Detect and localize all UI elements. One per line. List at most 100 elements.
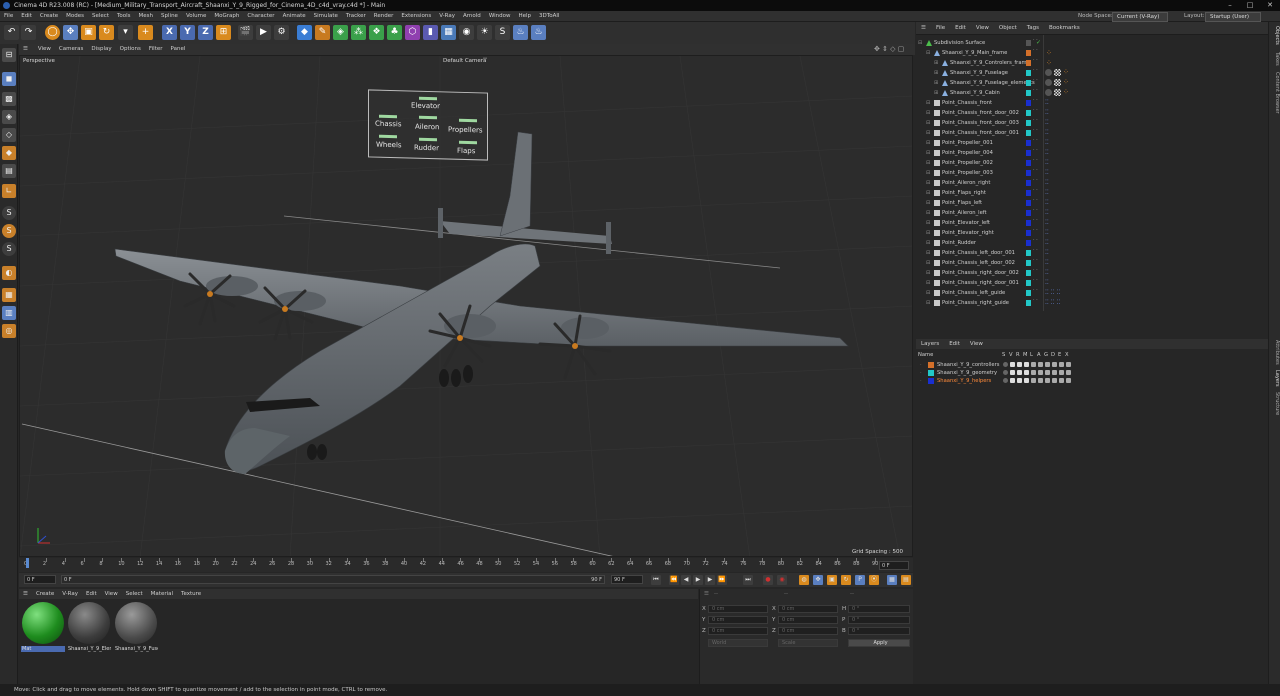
expand-toggle-icon[interactable]: ⊟: [926, 98, 930, 108]
visibility-dots[interactable]: · ·: [1033, 138, 1038, 143]
expand-toggle-icon[interactable]: ⊟: [926, 118, 930, 128]
point-tag-icon[interactable]: ⁚⁚ ⁚⁚ ⁚⁚: [1045, 288, 1060, 298]
visibility-dots[interactable]: · ·: [1033, 188, 1038, 193]
light-icon[interactable]: ▦: [441, 25, 456, 40]
point-tag-icon[interactable]: ⁚⁚: [1045, 168, 1049, 178]
layer-name[interactable]: Shaanxi_Y_9_helpers: [937, 377, 991, 385]
object-row[interactable]: ⊟ Point_Chassis_left_door_001 · · ⁚⁚: [916, 248, 1268, 258]
layer-row[interactable]: · Shaanxi_Y_9_geometry: [916, 369, 1268, 377]
object-row[interactable]: ⊟ Point_Flaps_right · · ⁚⁚: [916, 188, 1268, 198]
last-frame-icon[interactable]: ⏭: [743, 575, 753, 585]
teapot-icon[interactable]: ♨: [513, 25, 528, 40]
subdivision-icon[interactable]: ◈: [333, 25, 348, 40]
object-menu-object[interactable]: Object: [994, 22, 1022, 34]
propellers-handle[interactable]: [459, 118, 477, 123]
menu-window[interactable]: Window: [485, 11, 515, 22]
current-frame-field[interactable]: 0 F: [879, 561, 909, 570]
material-menu-edit[interactable]: Edit: [82, 589, 101, 599]
layer-color-swatch[interactable]: [1026, 60, 1031, 66]
expand-toggle-icon[interactable]: ⊟: [926, 168, 930, 178]
deformer-icon[interactable]: ❖: [369, 25, 384, 40]
position-y-field[interactable]: 0 cm: [708, 616, 768, 624]
cube-icon[interactable]: ◆: [297, 25, 312, 40]
visibility-dots[interactable]: · ·: [1033, 128, 1038, 133]
layer-color-swatch[interactable]: [1026, 190, 1031, 196]
pla-key-icon[interactable]: ⦿: [869, 575, 879, 585]
layer-color-swatch[interactable]: [1026, 290, 1031, 296]
texture-mode-icon[interactable]: ▩: [2, 92, 16, 106]
menu-tools[interactable]: Tools: [113, 11, 135, 22]
visibility-dots[interactable]: · ·: [1033, 228, 1038, 233]
menu-edit[interactable]: Edit: [17, 11, 36, 22]
solo-icon[interactable]: [1003, 370, 1008, 375]
live-selection-icon[interactable]: ◯: [45, 25, 60, 40]
point-mode-icon[interactable]: ◈: [2, 110, 16, 124]
visibility-dots[interactable]: · ·: [1033, 48, 1038, 53]
manager-icon[interactable]: [1024, 362, 1029, 367]
menu-modes[interactable]: Modes: [62, 11, 88, 22]
expand-toggle-icon[interactable]: ⊟: [926, 108, 930, 118]
layer-header-col[interactable]: S: [1002, 351, 1005, 359]
layer-menu-edit[interactable]: Edit: [944, 339, 965, 349]
object-row[interactable]: ⊟ Point_Propeller_004 · · ⁚⁚: [916, 148, 1268, 158]
layer-color-swatch[interactable]: [928, 378, 934, 384]
polygon-mode-icon[interactable]: ◆: [2, 146, 16, 160]
vray-render-icon[interactable]: ☀: [477, 25, 492, 40]
layer-name[interactable]: Shaanxi_Y_9_controllers: [937, 361, 999, 369]
expand-toggle-icon[interactable]: ⊟: [926, 128, 930, 138]
layer-color-swatch[interactable]: [1026, 90, 1031, 96]
next-frame-icon[interactable]: ▶: [705, 575, 715, 585]
point-tag-icon[interactable]: ⁚⁚: [1045, 178, 1049, 188]
object-row[interactable]: ⊟ Point_Flaps_left · · ⁚⁚: [916, 198, 1268, 208]
prev-frame-icon[interactable]: ◀: [681, 575, 691, 585]
menu-mograph[interactable]: MoGraph: [210, 11, 243, 22]
record-icon[interactable]: ●: [763, 575, 773, 585]
visibility-dots[interactable]: · ·: [1033, 108, 1038, 113]
render-icon[interactable]: [1017, 370, 1022, 375]
visibility-dots[interactable]: · ·: [1033, 178, 1038, 183]
point-tag-icon[interactable]: ⁚⁚ ⁚⁚ ⁚⁚: [1045, 298, 1060, 308]
redo-icon[interactable]: ↷: [21, 25, 36, 40]
expand-toggle-icon[interactable]: ⊟: [926, 208, 930, 218]
layer-header-col[interactable]: E: [1058, 351, 1061, 359]
visibility-dots[interactable]: · ·: [1033, 298, 1038, 303]
point-tag-icon[interactable]: ⁚⁚: [1045, 118, 1049, 128]
expand-toggle-icon[interactable]: ⊟: [918, 38, 922, 48]
layer-row[interactable]: · Shaanxi_Y_9_controllers: [916, 361, 1268, 369]
size-x-field[interactable]: 0 cm: [778, 605, 838, 613]
layer-name[interactable]: Shaanxi_Y_9_geometry: [937, 369, 997, 377]
visibility-dots[interactable]: · ·: [1033, 118, 1038, 123]
object-menu-edit[interactable]: Edit: [950, 22, 971, 34]
object-row[interactable]: ⊞ Shaanxi_Y_9_Fuselage_elements · · ⁘: [916, 78, 1268, 88]
expand-toggle-icon[interactable]: ⊞: [934, 58, 938, 68]
visibility-dots[interactable]: · ·: [1033, 158, 1038, 163]
material-slot[interactable]: Shaanxi_Y_9_Fuse: [114, 602, 158, 656]
layer-header-col[interactable]: L: [1030, 351, 1033, 359]
object-row[interactable]: ⊟ Point_Chassis_right_door_002 · · ⁚⁚: [916, 268, 1268, 278]
layer-color-swatch[interactable]: [1026, 260, 1031, 266]
xrefs-icon[interactable]: [1066, 378, 1071, 383]
xrefs-icon[interactable]: [1066, 362, 1071, 367]
point-tag-icon[interactable]: ⁚⁚: [1045, 98, 1049, 108]
object-menu-tags[interactable]: Tags: [1022, 22, 1044, 34]
visibility-dots[interactable]: · ·: [1033, 278, 1038, 283]
expand-toggle-icon[interactable]: ⊟: [926, 188, 930, 198]
size-mode-dropdown[interactable]: Scale: [778, 639, 838, 647]
menu-arnold[interactable]: Arnold: [459, 11, 485, 22]
point-tag-icon[interactable]: ⁚⁚: [1045, 278, 1049, 288]
render-icon[interactable]: [1017, 362, 1022, 367]
viewport-solo-icon[interactable]: ◎: [2, 324, 16, 338]
material-menu-select[interactable]: Select: [122, 589, 147, 599]
expand-toggle-icon[interactable]: ⊟: [926, 278, 930, 288]
layer-color-swatch[interactable]: [1026, 220, 1031, 226]
vray-settings-icon[interactable]: S: [495, 25, 510, 40]
layer-row[interactable]: · Shaanxi_Y_9_helpers: [916, 377, 1268, 385]
menu-mesh[interactable]: Mesh: [135, 11, 157, 22]
visible-icon[interactable]: [1010, 378, 1015, 383]
layer-color-swatch[interactable]: [1026, 170, 1031, 176]
object-row[interactable]: ⊞ Shaanxi_Y_9_Fuselage · · ⁘: [916, 68, 1268, 78]
locked-icon[interactable]: [1031, 378, 1036, 383]
layer-color-swatch[interactable]: [1026, 150, 1031, 156]
scene-icon[interactable]: ⬡: [405, 25, 420, 40]
expand-toggle-icon[interactable]: ⊟: [926, 258, 930, 268]
